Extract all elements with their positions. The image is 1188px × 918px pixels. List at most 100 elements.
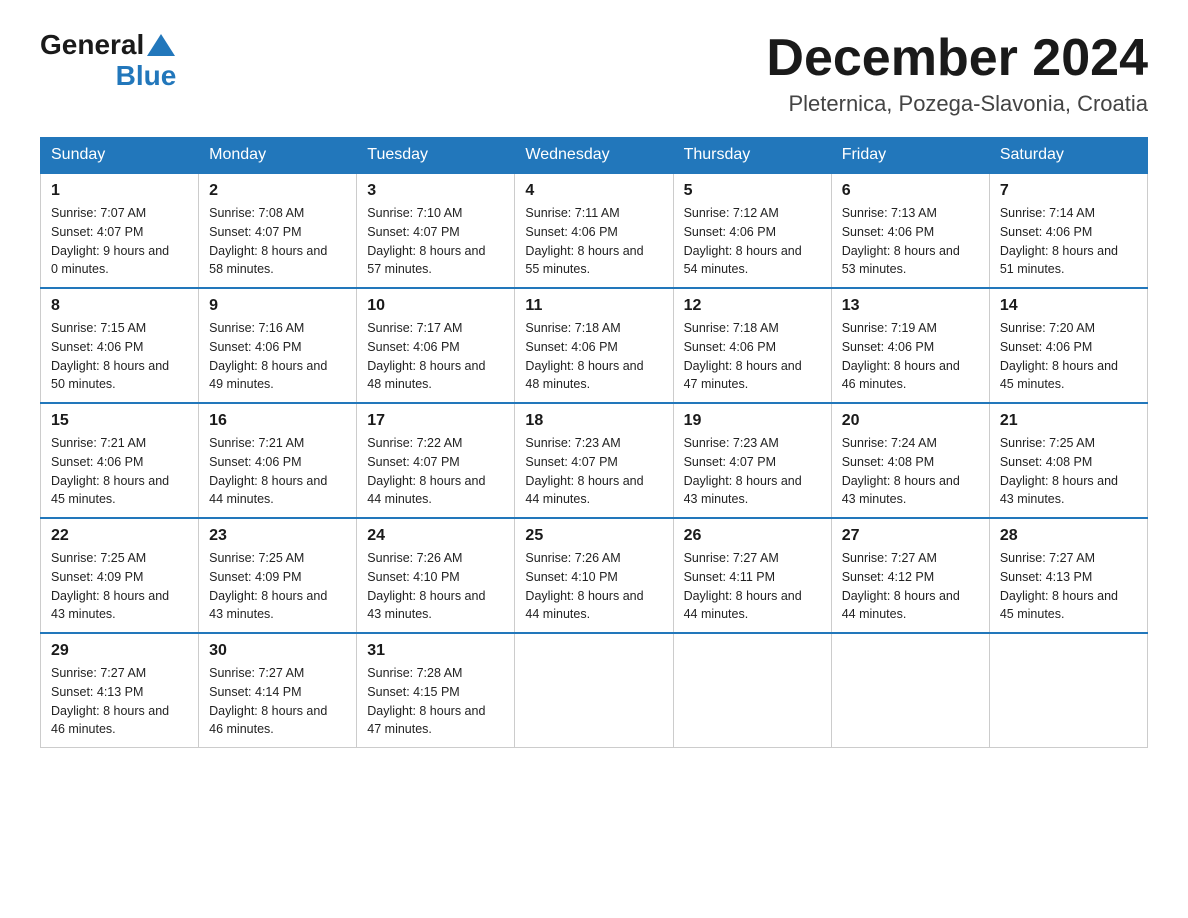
day-info: Sunrise: 7:27 AM Sunset: 4:12 PM Dayligh…: [842, 549, 979, 624]
day-info: Sunrise: 7:26 AM Sunset: 4:10 PM Dayligh…: [367, 549, 504, 624]
day-info: Sunrise: 7:25 AM Sunset: 4:09 PM Dayligh…: [51, 549, 188, 624]
calendar-day-cell: 22 Sunrise: 7:25 AM Sunset: 4:09 PM Dayl…: [41, 518, 199, 633]
day-number: 27: [842, 527, 979, 545]
day-number: 21: [1000, 412, 1137, 430]
calendar-day-cell: 28 Sunrise: 7:27 AM Sunset: 4:13 PM Dayl…: [989, 518, 1147, 633]
day-info: Sunrise: 7:25 AM Sunset: 4:08 PM Dayligh…: [1000, 434, 1137, 509]
calendar-day-cell: [989, 633, 1147, 748]
day-info: Sunrise: 7:18 AM Sunset: 4:06 PM Dayligh…: [684, 319, 821, 394]
calendar-day-cell: 30 Sunrise: 7:27 AM Sunset: 4:14 PM Dayl…: [199, 633, 357, 748]
day-number: 16: [209, 412, 346, 430]
calendar-day-cell: 20 Sunrise: 7:24 AM Sunset: 4:08 PM Dayl…: [831, 403, 989, 518]
day-number: 24: [367, 527, 504, 545]
calendar-day-cell: 27 Sunrise: 7:27 AM Sunset: 4:12 PM Dayl…: [831, 518, 989, 633]
calendar-day-cell: 15 Sunrise: 7:21 AM Sunset: 4:06 PM Dayl…: [41, 403, 199, 518]
day-info: Sunrise: 7:18 AM Sunset: 4:06 PM Dayligh…: [525, 319, 662, 394]
calendar-day-cell: 24 Sunrise: 7:26 AM Sunset: 4:10 PM Dayl…: [357, 518, 515, 633]
logo-triangle-icon: [147, 34, 175, 56]
day-number: 18: [525, 412, 662, 430]
col-saturday: Saturday: [989, 138, 1147, 174]
calendar-day-cell: 2 Sunrise: 7:08 AM Sunset: 4:07 PM Dayli…: [199, 173, 357, 288]
day-number: 12: [684, 297, 821, 315]
day-info: Sunrise: 7:19 AM Sunset: 4:06 PM Dayligh…: [842, 319, 979, 394]
calendar-day-cell: [515, 633, 673, 748]
calendar-day-cell: 31 Sunrise: 7:28 AM Sunset: 4:15 PM Dayl…: [357, 633, 515, 748]
day-number: 9: [209, 297, 346, 315]
calendar-day-cell: 12 Sunrise: 7:18 AM Sunset: 4:06 PM Dayl…: [673, 288, 831, 403]
day-info: Sunrise: 7:11 AM Sunset: 4:06 PM Dayligh…: [525, 204, 662, 279]
calendar-day-cell: [673, 633, 831, 748]
subtitle: Pleternica, Pozega-Slavonia, Croatia: [766, 91, 1148, 117]
calendar-day-cell: 10 Sunrise: 7:17 AM Sunset: 4:06 PM Dayl…: [357, 288, 515, 403]
day-info: Sunrise: 7:23 AM Sunset: 4:07 PM Dayligh…: [684, 434, 821, 509]
day-info: Sunrise: 7:16 AM Sunset: 4:06 PM Dayligh…: [209, 319, 346, 394]
calendar-week-row: 8 Sunrise: 7:15 AM Sunset: 4:06 PM Dayli…: [41, 288, 1148, 403]
col-monday: Monday: [199, 138, 357, 174]
calendar-header-row: Sunday Monday Tuesday Wednesday Thursday…: [41, 138, 1148, 174]
day-number: 7: [1000, 182, 1137, 200]
day-number: 6: [842, 182, 979, 200]
day-info: Sunrise: 7:14 AM Sunset: 4:06 PM Dayligh…: [1000, 204, 1137, 279]
day-info: Sunrise: 7:27 AM Sunset: 4:13 PM Dayligh…: [1000, 549, 1137, 624]
day-info: Sunrise: 7:15 AM Sunset: 4:06 PM Dayligh…: [51, 319, 188, 394]
calendar-day-cell: 29 Sunrise: 7:27 AM Sunset: 4:13 PM Dayl…: [41, 633, 199, 748]
day-number: 25: [525, 527, 662, 545]
day-info: Sunrise: 7:21 AM Sunset: 4:06 PM Dayligh…: [51, 434, 188, 509]
day-info: Sunrise: 7:25 AM Sunset: 4:09 PM Dayligh…: [209, 549, 346, 624]
day-info: Sunrise: 7:07 AM Sunset: 4:07 PM Dayligh…: [51, 204, 188, 279]
calendar-week-row: 22 Sunrise: 7:25 AM Sunset: 4:09 PM Dayl…: [41, 518, 1148, 633]
day-number: 13: [842, 297, 979, 315]
calendar-day-cell: 4 Sunrise: 7:11 AM Sunset: 4:06 PM Dayli…: [515, 173, 673, 288]
day-number: 30: [209, 642, 346, 660]
main-title: December 2024: [766, 30, 1148, 87]
day-info: Sunrise: 7:21 AM Sunset: 4:06 PM Dayligh…: [209, 434, 346, 509]
day-info: Sunrise: 7:08 AM Sunset: 4:07 PM Dayligh…: [209, 204, 346, 279]
day-info: Sunrise: 7:27 AM Sunset: 4:14 PM Dayligh…: [209, 664, 346, 739]
day-info: Sunrise: 7:22 AM Sunset: 4:07 PM Dayligh…: [367, 434, 504, 509]
day-number: 26: [684, 527, 821, 545]
day-number: 14: [1000, 297, 1137, 315]
calendar-day-cell: 6 Sunrise: 7:13 AM Sunset: 4:06 PM Dayli…: [831, 173, 989, 288]
calendar-day-cell: 9 Sunrise: 7:16 AM Sunset: 4:06 PM Dayli…: [199, 288, 357, 403]
calendar-day-cell: 1 Sunrise: 7:07 AM Sunset: 4:07 PM Dayli…: [41, 173, 199, 288]
day-number: 29: [51, 642, 188, 660]
calendar-day-cell: 5 Sunrise: 7:12 AM Sunset: 4:06 PM Dayli…: [673, 173, 831, 288]
day-info: Sunrise: 7:13 AM Sunset: 4:06 PM Dayligh…: [842, 204, 979, 279]
day-number: 10: [367, 297, 504, 315]
day-number: 17: [367, 412, 504, 430]
day-info: Sunrise: 7:27 AM Sunset: 4:11 PM Dayligh…: [684, 549, 821, 624]
logo: General Blue: [40, 30, 178, 92]
day-info: Sunrise: 7:24 AM Sunset: 4:08 PM Dayligh…: [842, 434, 979, 509]
day-number: 23: [209, 527, 346, 545]
calendar-day-cell: 23 Sunrise: 7:25 AM Sunset: 4:09 PM Dayl…: [199, 518, 357, 633]
day-info: Sunrise: 7:23 AM Sunset: 4:07 PM Dayligh…: [525, 434, 662, 509]
day-info: Sunrise: 7:17 AM Sunset: 4:06 PM Dayligh…: [367, 319, 504, 394]
day-number: 8: [51, 297, 188, 315]
calendar-day-cell: 17 Sunrise: 7:22 AM Sunset: 4:07 PM Dayl…: [357, 403, 515, 518]
col-wednesday: Wednesday: [515, 138, 673, 174]
col-tuesday: Tuesday: [357, 138, 515, 174]
day-info: Sunrise: 7:10 AM Sunset: 4:07 PM Dayligh…: [367, 204, 504, 279]
calendar-week-row: 29 Sunrise: 7:27 AM Sunset: 4:13 PM Dayl…: [41, 633, 1148, 748]
day-info: Sunrise: 7:20 AM Sunset: 4:06 PM Dayligh…: [1000, 319, 1137, 394]
calendar-table: Sunday Monday Tuesday Wednesday Thursday…: [40, 137, 1148, 748]
day-number: 3: [367, 182, 504, 200]
calendar-day-cell: 11 Sunrise: 7:18 AM Sunset: 4:06 PM Dayl…: [515, 288, 673, 403]
day-number: 11: [525, 297, 662, 315]
day-info: Sunrise: 7:28 AM Sunset: 4:15 PM Dayligh…: [367, 664, 504, 739]
calendar-day-cell: 7 Sunrise: 7:14 AM Sunset: 4:06 PM Dayli…: [989, 173, 1147, 288]
calendar-day-cell: [831, 633, 989, 748]
day-info: Sunrise: 7:12 AM Sunset: 4:06 PM Dayligh…: [684, 204, 821, 279]
calendar-week-row: 15 Sunrise: 7:21 AM Sunset: 4:06 PM Dayl…: [41, 403, 1148, 518]
calendar-day-cell: 19 Sunrise: 7:23 AM Sunset: 4:07 PM Dayl…: [673, 403, 831, 518]
day-number: 1: [51, 182, 188, 200]
logo-blue-text: Blue: [40, 61, 178, 92]
calendar-day-cell: 3 Sunrise: 7:10 AM Sunset: 4:07 PM Dayli…: [357, 173, 515, 288]
day-info: Sunrise: 7:26 AM Sunset: 4:10 PM Dayligh…: [525, 549, 662, 624]
calendar-day-cell: 21 Sunrise: 7:25 AM Sunset: 4:08 PM Dayl…: [989, 403, 1147, 518]
col-thursday: Thursday: [673, 138, 831, 174]
day-number: 4: [525, 182, 662, 200]
day-number: 20: [842, 412, 979, 430]
calendar-day-cell: 16 Sunrise: 7:21 AM Sunset: 4:06 PM Dayl…: [199, 403, 357, 518]
title-area: December 2024 Pleternica, Pozega-Slavoni…: [766, 30, 1148, 117]
